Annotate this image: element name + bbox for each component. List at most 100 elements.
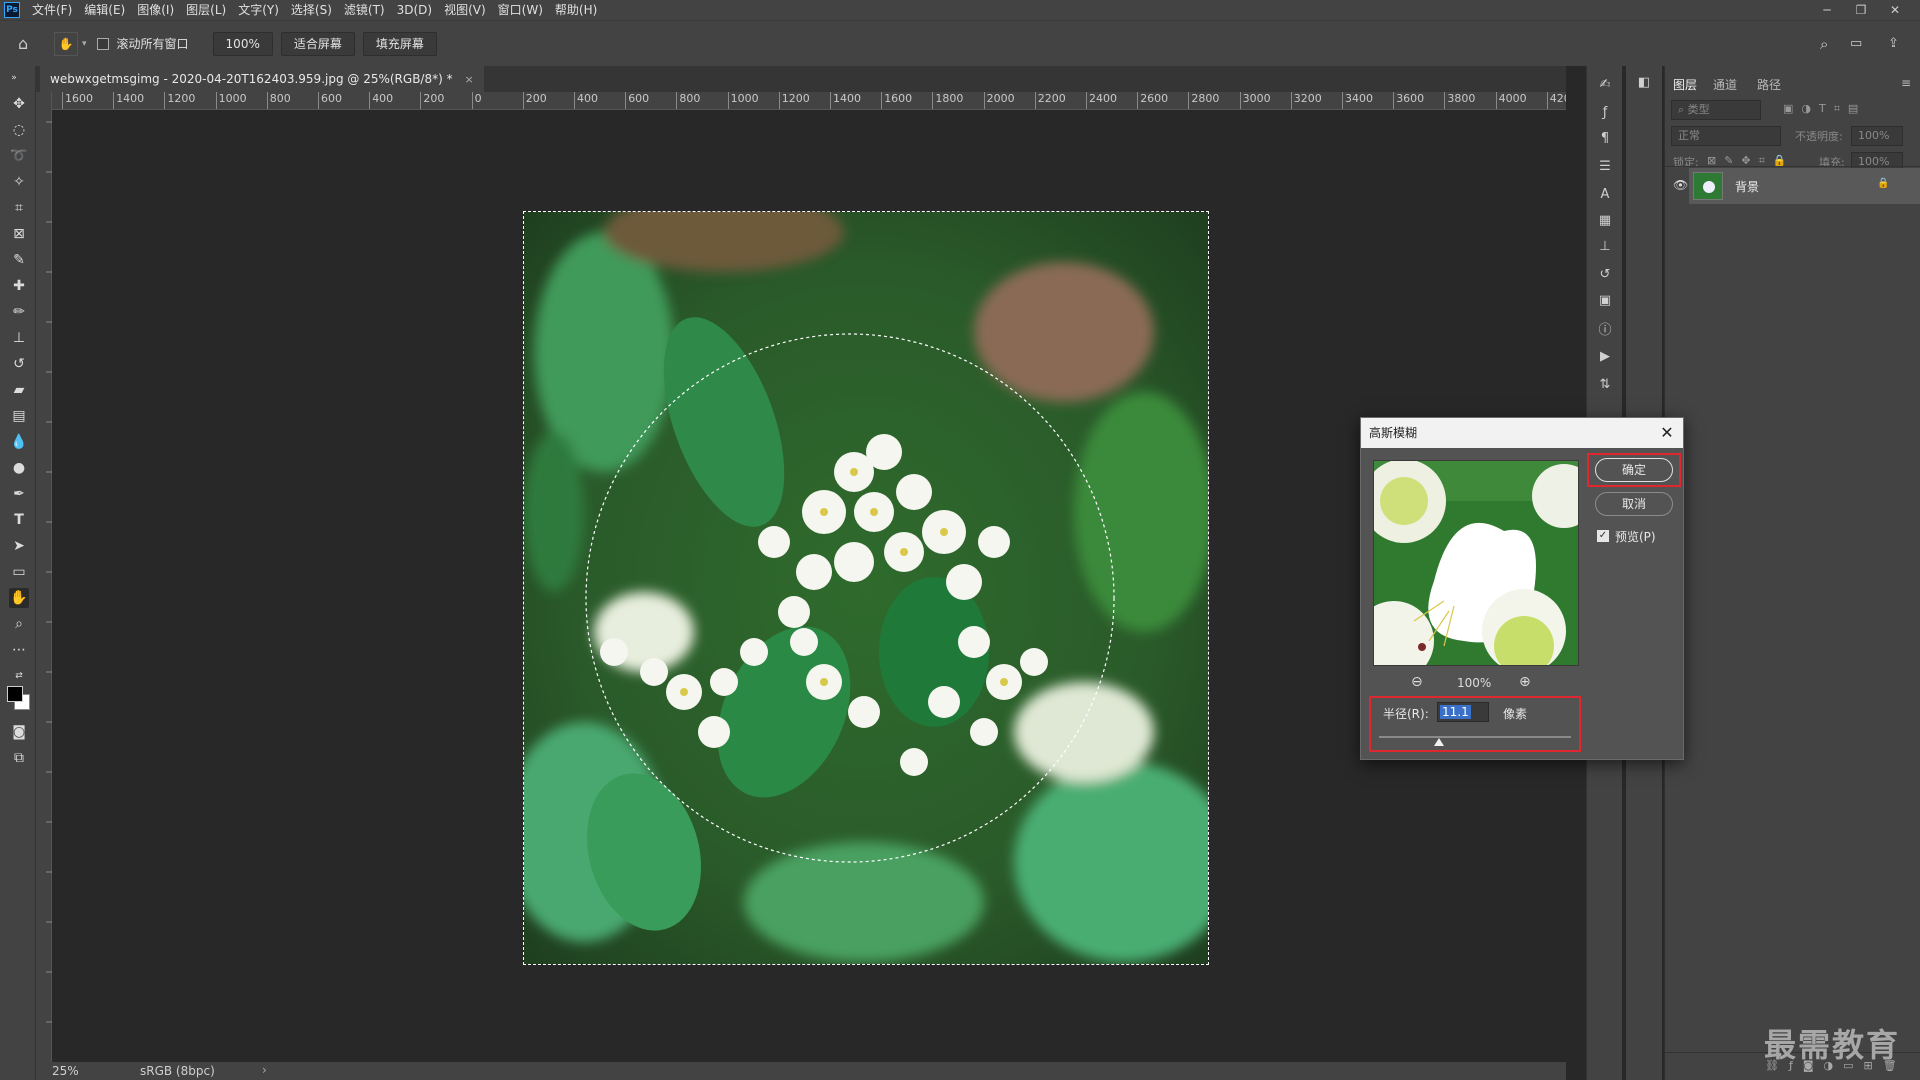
layer-lock-icon: 🔒 bbox=[1877, 178, 1890, 189]
quick-mask-icon[interactable]: ◙ bbox=[9, 722, 29, 742]
menu-type[interactable]: 文字(Y) bbox=[232, 0, 285, 20]
menu-edit[interactable]: 编辑(E) bbox=[78, 0, 131, 20]
paragraph-icon[interactable]: ¶ bbox=[1595, 128, 1615, 148]
menu-image[interactable]: 图像(I) bbox=[131, 0, 180, 20]
healing-brush-tool-icon[interactable]: ✚ bbox=[9, 276, 29, 296]
menu-select[interactable]: 选择(S) bbox=[285, 0, 338, 20]
layer-filter-select[interactable]: ⌕ 类型 bbox=[1671, 100, 1761, 120]
history-icon[interactable]: ↺ bbox=[1595, 264, 1615, 284]
clone-stamp-tool-icon[interactable]: ⊥ bbox=[9, 328, 29, 348]
hand-tool-icon[interactable]: ✋ bbox=[54, 31, 78, 56]
status-expand-icon[interactable]: › bbox=[262, 1063, 267, 1077]
tab-layers[interactable]: 图层 bbox=[1673, 76, 1697, 93]
close-tab-icon[interactable]: × bbox=[464, 73, 473, 86]
menu-window[interactable]: 窗口(W) bbox=[492, 0, 549, 20]
character-icon[interactable]: A bbox=[1595, 184, 1615, 204]
move-tool-icon[interactable]: ✥ bbox=[9, 94, 29, 114]
lasso-tool-icon[interactable]: ➰ bbox=[9, 146, 29, 166]
styles-icon[interactable]: ƒ bbox=[1595, 102, 1615, 122]
frame-tool-icon[interactable]: ⊠ bbox=[9, 224, 29, 244]
info-icon[interactable]: ⓘ bbox=[1595, 318, 1615, 338]
fill-screen-button[interactable]: 填充屏幕 bbox=[362, 31, 437, 56]
menu-layer[interactable]: 图层(L) bbox=[180, 0, 232, 20]
opacity-input[interactable]: 100% bbox=[1851, 126, 1903, 146]
edit-toolbar-icon[interactable]: ⋯ bbox=[9, 640, 29, 660]
dialog-close-icon[interactable]: ✕ bbox=[1657, 418, 1677, 448]
blur-preview[interactable] bbox=[1373, 460, 1579, 666]
blend-mode-select[interactable]: 正常 bbox=[1671, 126, 1781, 146]
magic-wand-tool-icon[interactable]: ✧ bbox=[9, 172, 29, 192]
home-icon[interactable]: ⌂ bbox=[18, 34, 40, 53]
rectangle-tool-icon[interactable]: ▭ bbox=[9, 562, 29, 582]
adjustments-icon[interactable]: ☰ bbox=[1595, 156, 1615, 176]
glyphs-icon[interactable]: ⇅ bbox=[1595, 374, 1615, 394]
menu-help[interactable]: 帮助(H) bbox=[549, 0, 603, 20]
menu-3d[interactable]: 3D(D) bbox=[391, 0, 438, 20]
radius-label: 半径(R): bbox=[1383, 707, 1429, 721]
menu-filter[interactable]: 滤镜(T) bbox=[338, 0, 391, 20]
preview-zoom-in-icon[interactable]: ⊕ bbox=[1519, 674, 1531, 690]
eraser-tool-icon[interactable]: ▰ bbox=[9, 380, 29, 400]
zoom-100-button[interactable]: 100% bbox=[212, 31, 273, 56]
document-tab[interactable]: webwxgetmsgimg - 2020-04-20T162403.959.j… bbox=[40, 66, 484, 92]
brush-tool-icon[interactable]: ✏ bbox=[9, 302, 29, 322]
restore-icon[interactable]: ❐ bbox=[1844, 0, 1878, 20]
eyedropper-tool-icon[interactable]: ✎ bbox=[9, 250, 29, 270]
gradient-tool-icon[interactable]: ▤ bbox=[9, 406, 29, 426]
layer-name[interactable]: 背景 bbox=[1735, 178, 1759, 195]
dialog-titlebar[interactable]: 高斯模糊 bbox=[1361, 418, 1683, 448]
libraries-icon[interactable]: ▦ bbox=[1595, 210, 1615, 230]
pen-tool-icon[interactable]: ✒ bbox=[9, 484, 29, 504]
radius-input[interactable]: 11.1 bbox=[1437, 702, 1489, 722]
crop-tool-icon[interactable]: ⌗ bbox=[9, 198, 29, 218]
radius-value: 11.1 bbox=[1440, 705, 1471, 719]
marquee-tool-icon[interactable]: ◌ bbox=[9, 120, 29, 140]
options-bar: ⌂ ✋ ▾ 滚动所有窗口 100% 适合屏幕 填充屏幕 ⌕ ▭ ⇪ bbox=[0, 20, 1920, 66]
ruler-label: 1600 bbox=[881, 92, 912, 109]
screen-mode-icon[interactable]: ⧉ bbox=[9, 748, 29, 768]
actions-play-icon[interactable]: ▶ bbox=[1595, 346, 1615, 366]
document-image[interactable] bbox=[523, 211, 1209, 965]
dodge-tool-icon[interactable]: ● bbox=[9, 458, 29, 478]
history-brush-tool-icon[interactable]: ↺ bbox=[9, 354, 29, 374]
radius-slider-thumb[interactable] bbox=[1433, 738, 1444, 746]
clone-source-icon[interactable]: ⊥ bbox=[1595, 236, 1615, 256]
type-tool-icon[interactable]: T bbox=[9, 510, 29, 530]
menu-view[interactable]: 视图(V) bbox=[438, 0, 492, 20]
tool-preset-chevron-icon[interactable]: ▾ bbox=[82, 39, 87, 49]
preview-checkbox[interactable]: ✓ bbox=[1597, 530, 1609, 542]
zoom-tool-icon[interactable]: ⌕ bbox=[9, 614, 29, 634]
blur-tool-icon[interactable]: 💧 bbox=[9, 432, 29, 452]
panel-menu-icon[interactable]: ≡ bbox=[1901, 76, 1911, 90]
hand-tool-icon[interactable]: ✋ bbox=[9, 588, 29, 608]
ok-button[interactable]: 确定 bbox=[1595, 458, 1673, 482]
menu-file[interactable]: 文件(F) bbox=[26, 0, 78, 20]
tab-paths[interactable]: 路径 bbox=[1757, 76, 1781, 93]
scroll-all-windows-checkbox[interactable] bbox=[96, 37, 109, 50]
brush-settings-icon[interactable]: ✍ bbox=[1595, 74, 1615, 94]
search-icon[interactable]: ⌕ bbox=[1820, 35, 1828, 53]
share-icon[interactable]: ⇪ bbox=[1888, 36, 1899, 51]
filter-icons[interactable]: ▣◑T⌗▤ bbox=[1783, 102, 1866, 116]
tab-channels[interactable]: 通道 bbox=[1713, 76, 1737, 93]
canvas-area[interactable] bbox=[52, 110, 1566, 1062]
path-selection-tool-icon[interactable]: ➤ bbox=[9, 536, 29, 556]
preview-zoom-out-icon[interactable]: ⊖ bbox=[1411, 674, 1423, 690]
cancel-button[interactable]: 取消 bbox=[1595, 492, 1673, 516]
vertical-ruler bbox=[36, 92, 52, 1064]
close-window-icon[interactable]: ✕ bbox=[1878, 0, 1912, 20]
collapse-toolbar-icon[interactable]: » bbox=[4, 68, 24, 88]
workspace-icon[interactable]: ▭ bbox=[1850, 36, 1862, 51]
status-zoom[interactable]: 25% bbox=[52, 1064, 79, 1078]
preview-label: 预览(P) bbox=[1615, 530, 1656, 544]
minimize-icon[interactable]: ─ bbox=[1810, 0, 1844, 20]
swap-colors-icon[interactable]: ⇄ bbox=[9, 666, 29, 686]
radius-slider-track[interactable] bbox=[1379, 736, 1571, 738]
layer-filter-label: 类型 bbox=[1687, 103, 1710, 116]
preview-image bbox=[1374, 461, 1578, 665]
properties-icon[interactable]: ▣ bbox=[1595, 290, 1615, 310]
navigator-icon[interactable]: ◧ bbox=[1634, 72, 1654, 92]
layer-visibility-eye-icon[interactable]: 👁 bbox=[1673, 178, 1688, 192]
foreground-color-swatch[interactable] bbox=[7, 686, 23, 702]
fit-screen-button[interactable]: 适合屏幕 bbox=[280, 31, 355, 56]
